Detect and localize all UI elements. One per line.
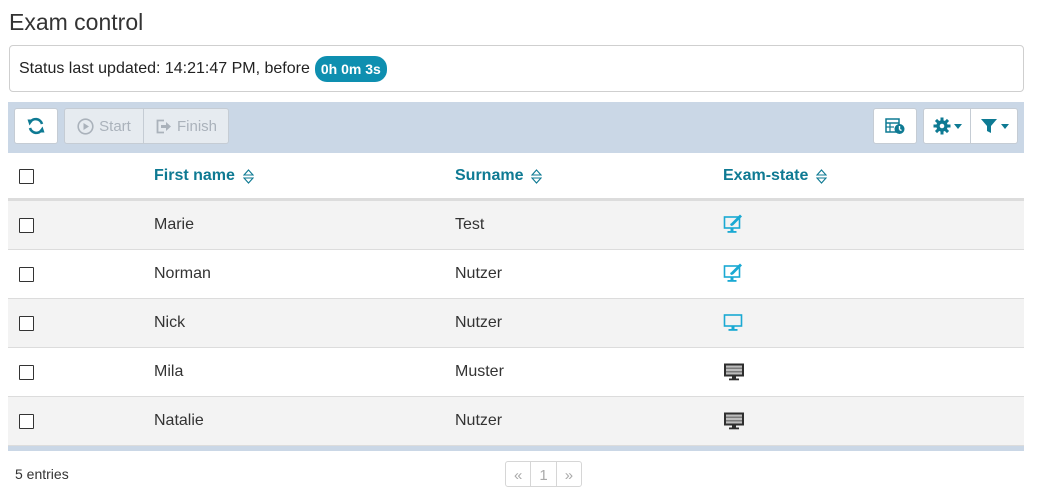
row-checkbox[interactable]: [19, 218, 34, 233]
chevron-down-icon: [1000, 123, 1009, 129]
row-checkbox[interactable]: [19, 267, 34, 282]
table-row[interactable]: Norman Nutzer: [8, 250, 1024, 299]
column-header-exam-state[interactable]: Exam-state: [723, 167, 828, 185]
page-title: Exam control: [9, 9, 144, 35]
participants-table: First name Surname Exam-state Marie Test: [8, 153, 1024, 451]
row-checkbox[interactable]: [19, 414, 34, 429]
refresh-icon: [27, 117, 45, 135]
monitor-edit-icon: [723, 213, 745, 240]
monitor-offline-icon: [723, 360, 745, 387]
settings-dropdown-button[interactable]: [923, 108, 971, 144]
pager-prev-button[interactable]: «: [505, 461, 532, 487]
first-name-cell: Marie: [154, 216, 195, 233]
monitor-offline-icon: [723, 409, 745, 436]
surname-cell: Test: [455, 216, 485, 233]
row-checkbox[interactable]: [19, 316, 34, 331]
filter-dropdown-button[interactable]: [970, 108, 1018, 144]
toolbar: Start Finish: [8, 102, 1024, 153]
pager-next-button[interactable]: »: [555, 461, 583, 487]
surname-cell: Muster: [455, 363, 504, 380]
surname-cell: Nutzer: [455, 265, 503, 282]
surname-cell: Nutzer: [455, 412, 503, 429]
table-row[interactable]: Natalie Nutzer: [8, 397, 1024, 446]
select-all-checkbox[interactable]: [19, 169, 34, 184]
pager-page-1[interactable]: 1: [530, 461, 557, 487]
start-button[interactable]: Start: [64, 108, 144, 144]
table-row[interactable]: Marie Test: [8, 201, 1024, 250]
table-row[interactable]: Mila Muster: [8, 348, 1024, 397]
sort-icon: [242, 168, 254, 184]
status-panel: Status last updated: 14:21:47 PM, before…: [9, 45, 1024, 92]
table-header: First name Surname Exam-state: [8, 153, 1024, 201]
sort-icon: [816, 168, 828, 184]
first-name-cell: Nick: [154, 314, 186, 331]
monitor-edit-icon: [723, 262, 745, 289]
column-header-surname[interactable]: Surname: [455, 167, 543, 185]
export-button[interactable]: [873, 108, 917, 144]
finish-label: Finish: [176, 117, 217, 135]
elapsed-badge: 0h 0m 3s: [314, 55, 387, 82]
first-name-cell: Norman: [154, 265, 211, 282]
table-footer-bar: [8, 446, 1024, 451]
play-circle-icon: [77, 117, 94, 135]
sign-out-icon: [156, 119, 171, 133]
monitor-blank-icon: [723, 311, 745, 338]
sort-icon: [531, 168, 543, 184]
chevron-down-icon: [953, 123, 962, 129]
finish-button[interactable]: Finish: [143, 108, 229, 144]
row-checkbox[interactable]: [19, 365, 34, 380]
pagination: « 1 »: [505, 461, 583, 487]
first-name-cell: Natalie: [154, 412, 204, 429]
export-time-icon: [885, 118, 905, 134]
surname-cell: Nutzer: [455, 314, 503, 331]
table-row[interactable]: Nick Nutzer: [8, 299, 1024, 348]
status-text: Status last updated: 14:21:47 PM, before: [19, 59, 310, 77]
first-name-cell: Mila: [154, 363, 184, 380]
column-header-first-name[interactable]: First name: [154, 167, 254, 185]
gear-icon: [933, 117, 950, 135]
filter-icon: [980, 118, 997, 133]
entries-count: 5 entries: [15, 466, 69, 482]
start-label: Start: [99, 117, 131, 135]
refresh-button[interactable]: [14, 108, 58, 144]
